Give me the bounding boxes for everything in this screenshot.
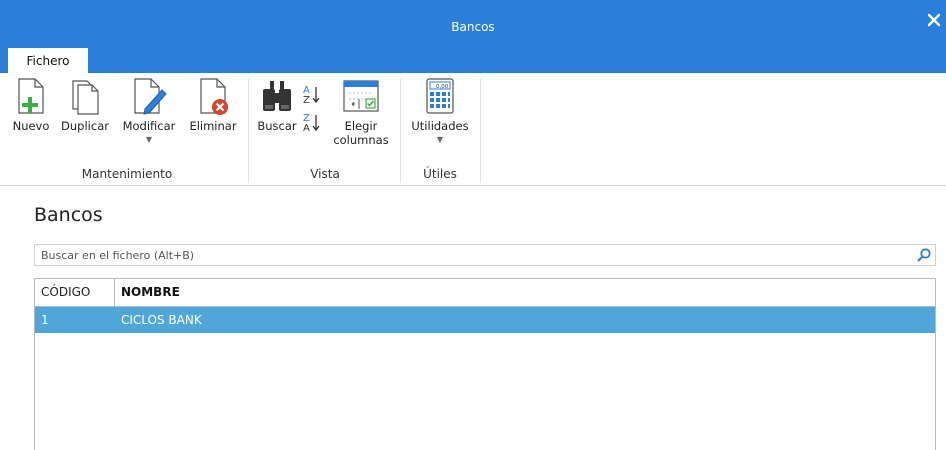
- calculator-icon: 0,00: [426, 78, 454, 114]
- cell-codigo: 1: [41, 313, 49, 327]
- search-icon[interactable]: [916, 247, 932, 263]
- ribbon-group-mantenimiento: Nuevo Duplicar Modificar ▼ Eliminar Mant…: [8, 73, 246, 185]
- ribbon-group-utiles: 0,00 Utilidades ▼ Útiles: [402, 73, 478, 185]
- ribbon-separator: [400, 79, 401, 183]
- content-area: Bancos CÓDIGO NOMBRE 1 CICLOS BANK: [0, 186, 946, 450]
- modify-button[interactable]: Modificar ▼: [117, 77, 181, 144]
- search-box: [34, 244, 936, 266]
- binoculars-icon: [263, 81, 291, 111]
- tab-fichero[interactable]: Fichero: [8, 48, 88, 73]
- ribbon-group-vista: Buscar A Z Z A Elegir columnas Vista: [252, 73, 398, 185]
- new-button[interactable]: Nuevo: [8, 77, 54, 133]
- duplicate-button[interactable]: Duplicar: [55, 77, 115, 133]
- ribbon-separator: [480, 79, 481, 183]
- group-label-utiles: Útiles: [423, 167, 457, 181]
- column-header-codigo[interactable]: CÓDIGO: [35, 279, 115, 306]
- svg-text:A: A: [303, 123, 310, 133]
- page-title: Bancos: [34, 204, 103, 226]
- banks-table: CÓDIGO NOMBRE 1 CICLOS BANK: [34, 278, 936, 450]
- sort-icon[interactable]: A Z Z A: [302, 81, 322, 133]
- table-row[interactable]: 1 CICLOS BANK: [35, 307, 935, 333]
- duplicate-icon: [72, 80, 99, 115]
- svg-text:0,00: 0,00: [436, 84, 449, 90]
- window-title: Bancos: [451, 20, 495, 34]
- choose-columns-icon: [343, 80, 379, 112]
- cell-nombre: CICLOS BANK: [121, 313, 202, 327]
- group-label-mantenimiento: Mantenimiento: [81, 167, 173, 181]
- table-header: CÓDIGO NOMBRE: [35, 279, 935, 307]
- title-bar: Bancos: [0, 0, 946, 46]
- column-header-nombre[interactable]: NOMBRE: [115, 279, 180, 306]
- ribbon-separator: [248, 79, 249, 183]
- close-icon[interactable]: [926, 12, 942, 28]
- chevron-down-icon: ▼: [436, 135, 444, 144]
- search-button[interactable]: Buscar: [254, 77, 300, 133]
- search-input[interactable]: [35, 245, 917, 265]
- delete-document-icon: [200, 78, 228, 115]
- choose-columns-button[interactable]: Elegir columnas: [330, 77, 392, 147]
- chevron-down-icon: ▼: [145, 135, 153, 144]
- utilities-button[interactable]: 0,00 Utilidades ▼: [406, 77, 474, 144]
- ribbon: Nuevo Duplicar Modificar ▼ Eliminar Mant…: [0, 73, 946, 186]
- svg-text:Z: Z: [303, 95, 310, 106]
- ribbon-tab-strip: Fichero: [0, 46, 946, 73]
- edit-document-icon: [134, 78, 167, 115]
- delete-button[interactable]: Eliminar: [183, 77, 243, 133]
- new-document-icon: [18, 78, 44, 114]
- group-label-vista: Vista: [310, 167, 340, 181]
